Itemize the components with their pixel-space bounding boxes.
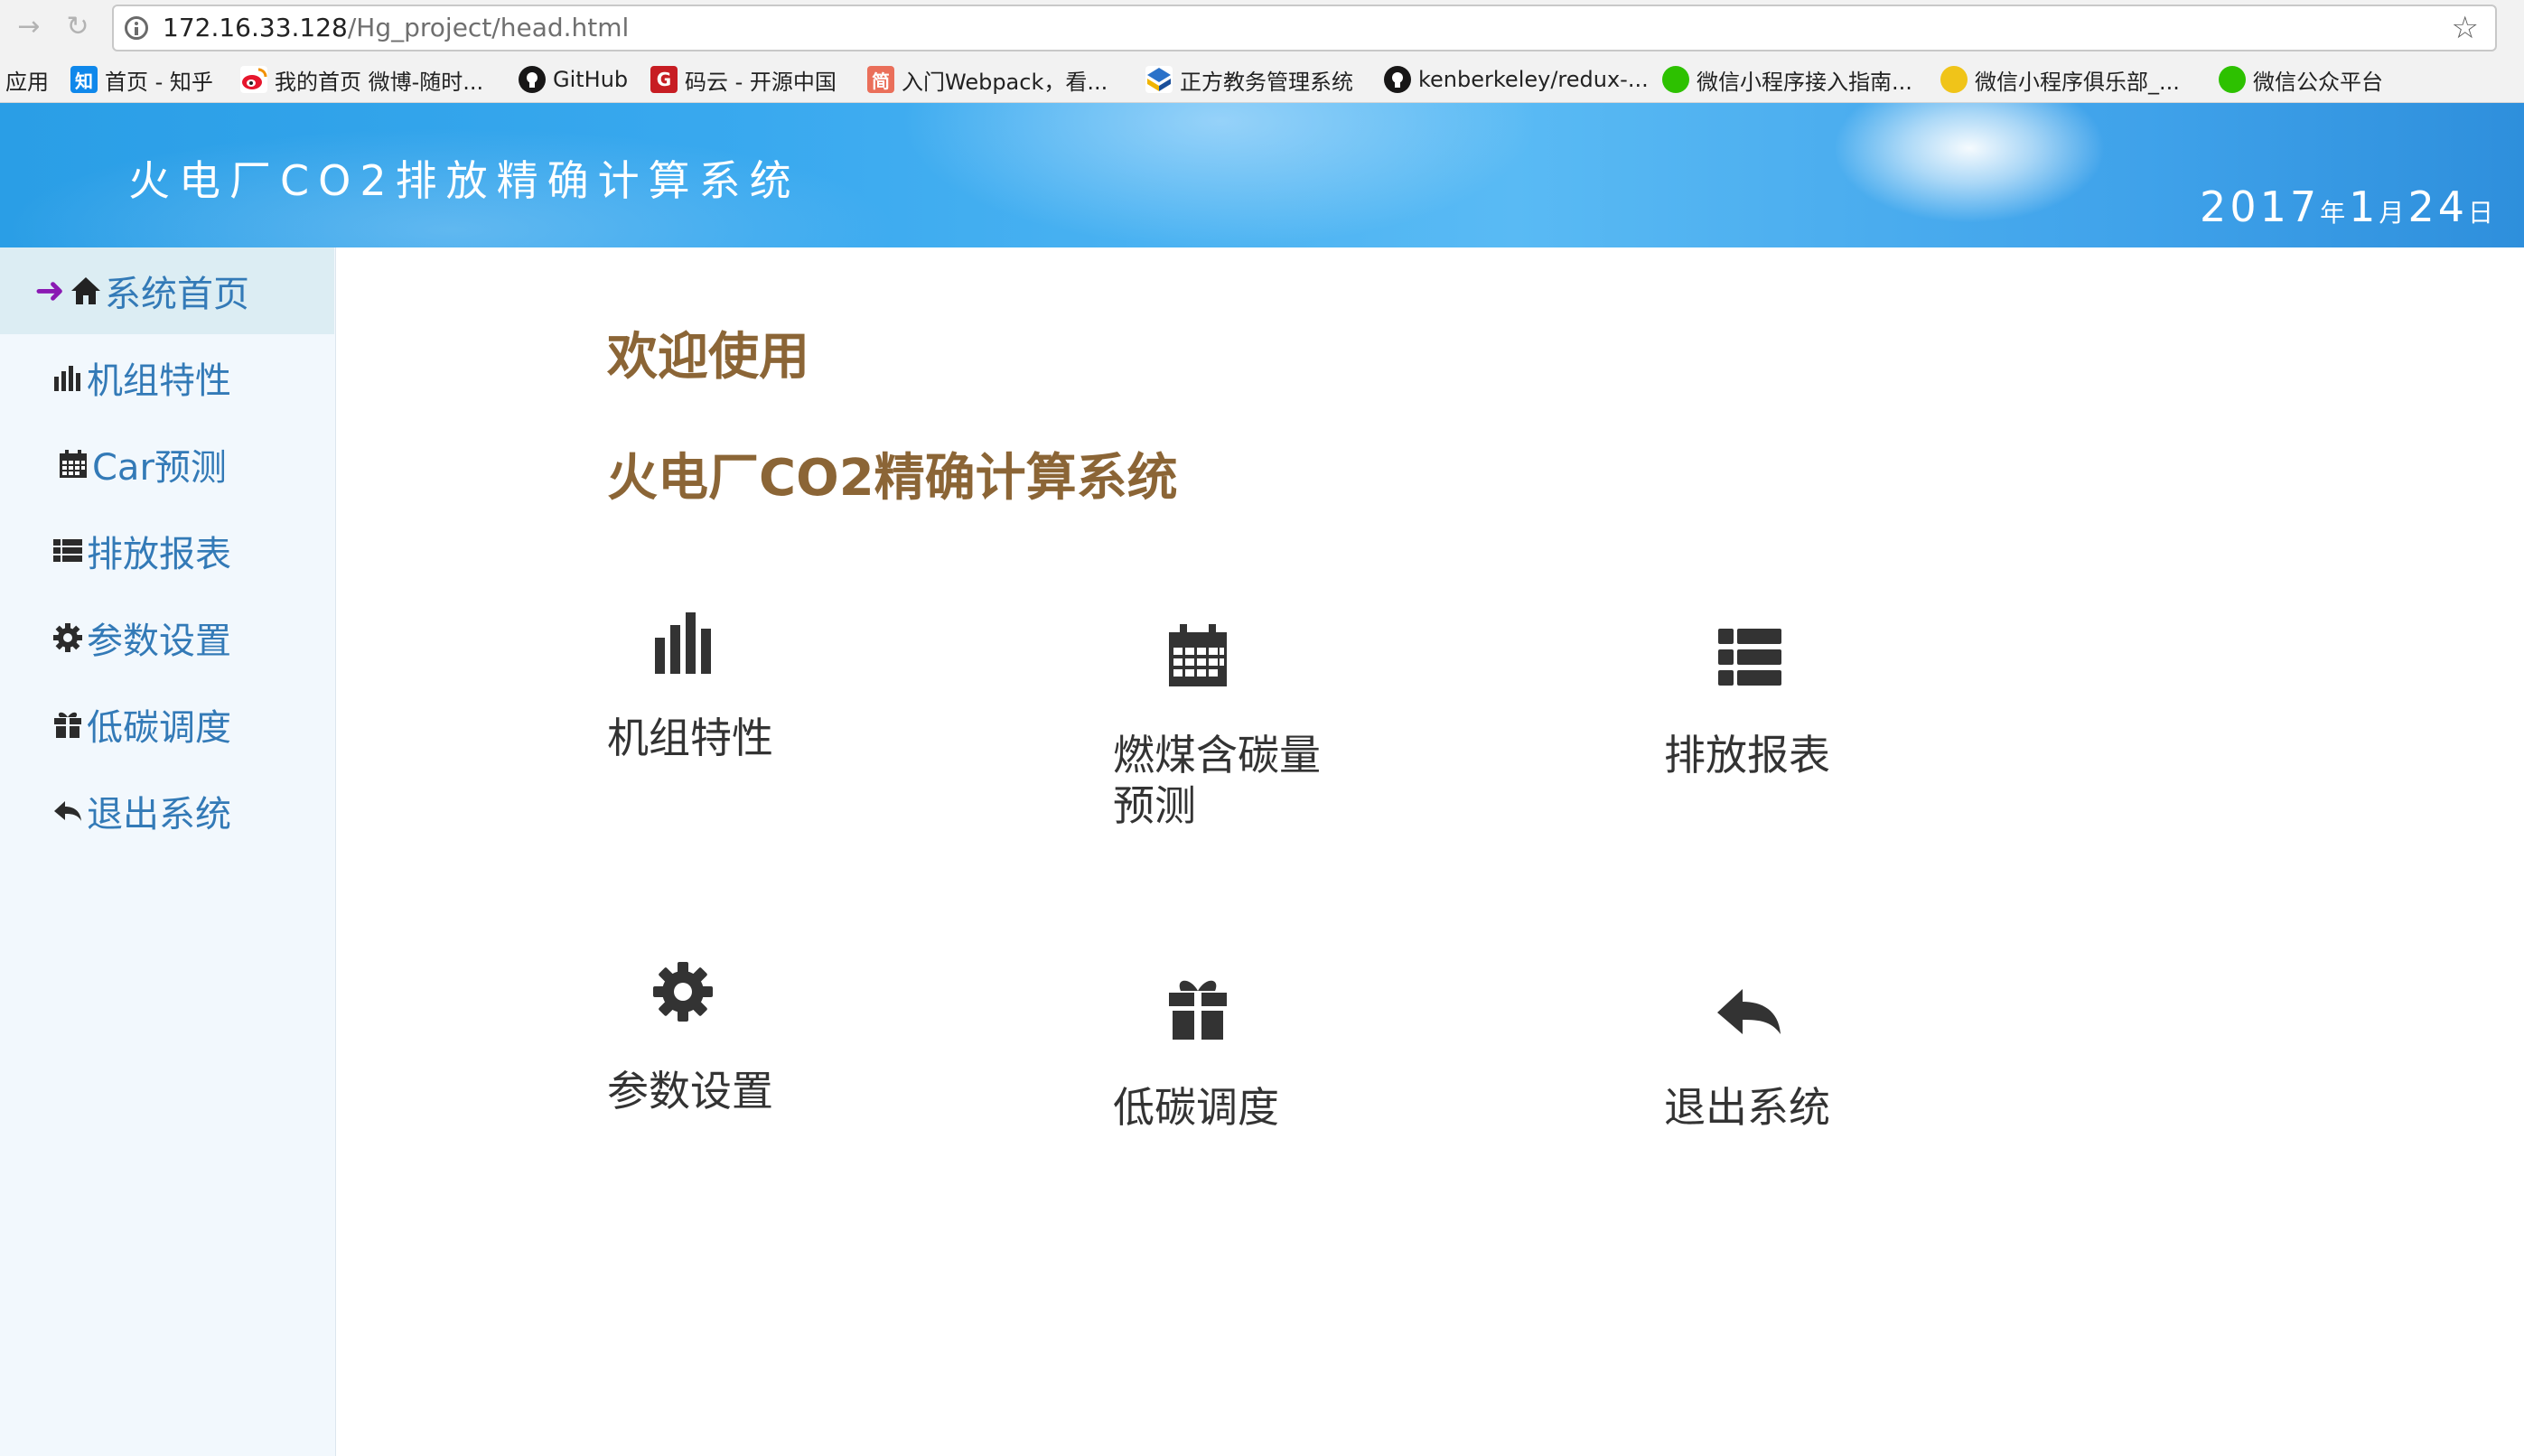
url-host: 172.16.33.128: [163, 13, 348, 42]
list-icon[interactable]: [1716, 625, 1783, 690]
bookmark-label: 入门Webpack，看...: [902, 69, 1108, 95]
bookmark-label: GitHub: [553, 67, 629, 92]
bookmark-github[interactable]: GitHub: [519, 56, 628, 103]
sidebar-item-label: 机组特性: [87, 360, 231, 402]
tile-low-carbon-dispatch[interactable]: 低碳调度: [1113, 1082, 1384, 1133]
bookmark-weibo[interactable]: 我的首页 微博-随时...: [240, 56, 483, 103]
sidebar-item-label: 参数设置: [87, 621, 231, 662]
sidebar-item-label: 退出系统: [87, 794, 231, 835]
date-month: 1: [2349, 182, 2379, 231]
sidebar-item-low-carbon-dispatch[interactable]: 低碳调度: [0, 681, 334, 768]
list-icon: [51, 534, 85, 568]
sidebar-item-label: Car预测: [92, 447, 227, 489]
sidebar-item-label: 系统首页: [105, 274, 249, 315]
bookmark-wechat-miniprogram[interactable]: 微信小程序接入指南...: [1662, 56, 1912, 103]
bookmark-zhengfang[interactable]: 正方教务管理系统: [1145, 56, 1353, 103]
bookmark-label: 微信小程序俱乐部_...: [1975, 69, 2180, 95]
info-icon[interactable]: [125, 16, 148, 40]
bookmark-label: 我的首页 微博-随时...: [275, 69, 484, 95]
sidebar-nav: ➜ 系统首页 机组特性 Car预测 排放报表 参数设置 低碳调度 退出系统: [0, 247, 336, 1456]
bookmark-label: 码云 - 开源中国: [685, 69, 837, 95]
bookmark-star-icon[interactable]: ☆: [2452, 10, 2479, 46]
date-year: 2017: [2200, 182, 2321, 231]
bookmark-miniprogram-club[interactable]: 微信小程序俱乐部_...: [1940, 56, 2180, 103]
date-day-unit: 日: [2467, 198, 2497, 228]
bookmark-label: 正方教务管理系统: [1180, 69, 1353, 95]
share-back-icon: [51, 794, 85, 828]
arrow-right-icon: ➜: [34, 270, 65, 312]
bookmark-label: 首页 - 知乎: [105, 69, 213, 95]
sidebar-item-car-forecast[interactable]: Car预测: [0, 421, 334, 508]
jianshu-icon: 简: [867, 66, 894, 93]
tile-emission-report[interactable]: 排放报表: [1664, 730, 1935, 780]
sidebar-item-logout[interactable]: 退出系统: [0, 768, 334, 854]
date-day: 24: [2407, 182, 2468, 231]
bar-chart-icon: [51, 360, 85, 395]
sidebar-item-parameter-settings[interactable]: 参数设置: [0, 594, 334, 681]
date-month-unit: 月: [2379, 198, 2408, 228]
sidebar-item-emission-report[interactable]: 排放报表: [0, 508, 334, 594]
bookmark-label: kenberkeley/redux-...: [1418, 67, 1649, 92]
wechat-icon: [1662, 66, 1689, 93]
gift-icon: [51, 707, 85, 742]
calendar-icon[interactable]: [1165, 621, 1230, 690]
bookmarks-bar: 应用 知 首页 - 知乎 我的首页 微博-随时... GitHub G 码云 -…: [0, 56, 2524, 103]
tile-logout[interactable]: 退出系统: [1664, 1082, 1935, 1133]
bookmark-wechat-mp[interactable]: 微信公众平台: [2219, 56, 2383, 103]
weibo-icon: [240, 66, 267, 93]
github-icon: [1384, 66, 1411, 93]
home-icon: [69, 274, 103, 308]
zhihu-icon: 知: [70, 66, 98, 93]
calendar-icon: [56, 447, 90, 481]
wechat-icon: [2219, 66, 2246, 93]
cog-icon: [51, 621, 85, 655]
bookmark-jianshu[interactable]: 简 入门Webpack，看...: [867, 56, 1108, 103]
github-icon: [519, 66, 546, 93]
tile-coal-carbon-forecast[interactable]: 燃煤含碳量预测: [1113, 730, 1348, 831]
bookmark-label: 应用: [5, 69, 49, 95]
share-back-icon[interactable]: [1715, 983, 1783, 1041]
url-text[interactable]: 172.16.33.128/Hg_project/head.html: [163, 6, 629, 50]
page-header-banner: 火电厂CO2排放精确计算系统 2017年1月24日: [0, 103, 2524, 247]
reload-icon[interactable]: ↻: [60, 9, 96, 45]
club-icon: [1940, 66, 1968, 93]
welcome-heading: 欢迎使用: [607, 328, 809, 387]
sidebar-item-unit-characteristics[interactable]: 机组特性: [0, 334, 334, 421]
bookmark-gitee[interactable]: G 码云 - 开源中国: [650, 56, 837, 103]
site-title: 火电厂CO2排放精确计算系统: [128, 156, 800, 205]
forward-arrow-icon[interactable]: →: [11, 9, 47, 45]
bookmark-apps[interactable]: 应用: [5, 56, 49, 103]
browser-toolbar: → ↻ 172.16.33.128/Hg_project/head.html ☆: [0, 0, 2524, 56]
bookmark-redux[interactable]: kenberkeley/redux-...: [1384, 56, 1649, 103]
gift-icon[interactable]: [1165, 974, 1230, 1042]
bookmark-label: 微信小程序接入指南...: [1697, 69, 1912, 95]
url-path: /Hg_project/head.html: [347, 13, 630, 42]
system-title-heading: 火电厂CO2精确计算系统: [607, 449, 1178, 508]
sidebar-item-label: 低碳调度: [87, 707, 231, 749]
header-date: 2017年1月24日: [2200, 182, 2497, 231]
tile-unit-characteristics[interactable]: 机组特性: [607, 713, 878, 763]
bookmark-label: 微信公众平台: [2253, 69, 2383, 95]
date-year-unit: 年: [2320, 198, 2350, 228]
sidebar-item-label: 排放报表: [87, 534, 231, 575]
sidebar-item-home[interactable]: ➜ 系统首页: [0, 247, 334, 334]
gitee-icon: G: [650, 66, 678, 93]
bar-chart-icon[interactable]: [652, 607, 715, 676]
address-bar[interactable]: 172.16.33.128/Hg_project/head.html ☆: [112, 5, 2497, 51]
cog-icon[interactable]: [650, 959, 715, 1024]
zhengfang-icon: [1145, 66, 1173, 93]
bookmark-zhihu[interactable]: 知 首页 - 知乎: [70, 56, 213, 103]
tile-parameter-settings[interactable]: 参数设置: [607, 1066, 878, 1116]
